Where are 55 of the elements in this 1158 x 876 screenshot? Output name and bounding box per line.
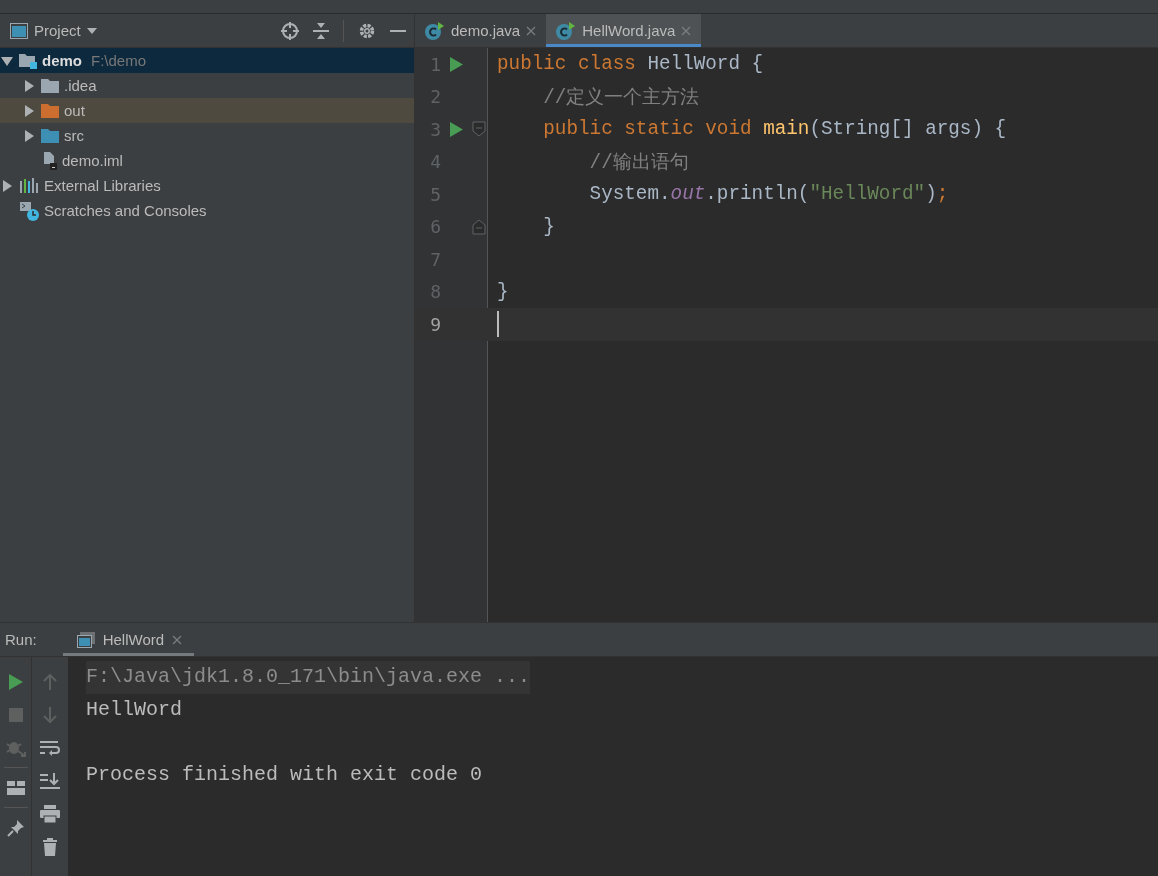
collapse-arrow-icon[interactable] <box>1 54 13 67</box>
folder-icon <box>41 78 59 93</box>
run-icon[interactable] <box>8 673 23 690</box>
soft-wrap-icon[interactable] <box>40 739 60 756</box>
code-line: //输出语句 <box>588 151 689 176</box>
console-output-line: Process finished with exit code 0 <box>86 761 483 788</box>
code-line: } <box>497 280 509 303</box>
dropdown-caret-icon <box>86 27 97 34</box>
tree-item[interactable]: demo F:\demo <box>0 48 414 73</box>
locate-icon[interactable] <box>281 21 299 40</box>
file-icon <box>41 151 57 170</box>
layout-icon[interactable] <box>6 780 25 795</box>
collapse-all-icon[interactable] <box>313 21 329 40</box>
run-label: Run: <box>4 631 38 648</box>
close-icon[interactable] <box>172 634 183 645</box>
tree-item[interactable]: demo.iml <box>0 148 414 173</box>
trash-icon[interactable] <box>43 837 57 856</box>
module-path: F:\demo <box>91 52 147 69</box>
expand-arrow-icon[interactable] <box>23 79 35 92</box>
tree-item[interactable]: out <box>0 98 414 123</box>
scratches-icon <box>19 200 39 221</box>
code-line: } <box>542 215 555 238</box>
scroll-to-end-icon[interactable] <box>40 772 60 789</box>
console-output-line: HellWord <box>86 696 182 723</box>
code-line: System.out.println("HellWord"); <box>588 183 949 206</box>
module-folder-icon <box>19 52 37 69</box>
class-file-icon <box>425 21 445 40</box>
run-icon[interactable] <box>449 121 463 137</box>
print-icon[interactable] <box>40 804 60 823</box>
project-view-dropdown[interactable]: Project <box>8 20 99 41</box>
tree-item[interactable]: External Libraries <box>0 173 414 198</box>
console-window-icon <box>76 631 95 648</box>
pin-icon[interactable] <box>6 818 25 837</box>
tree-item[interactable]: .idea <box>0 73 414 98</box>
folder-icon <box>41 128 59 143</box>
expand-arrow-icon[interactable] <box>1 179 13 192</box>
tree-item[interactable]: Scratches and Consoles <box>0 198 414 223</box>
settings-icon[interactable] <box>358 21 376 40</box>
libraries-icon <box>19 177 39 194</box>
expand-arrow-icon[interactable] <box>23 104 35 117</box>
run-icon[interactable] <box>449 56 463 72</box>
code-line: public class HellWord { <box>497 53 764 76</box>
run-tab[interactable]: HellWord <box>62 623 195 656</box>
editor-tab[interactable]: demo.java <box>415 14 547 47</box>
window-icon <box>10 22 28 39</box>
close-icon[interactable] <box>526 25 537 36</box>
class-file-icon <box>556 21 577 40</box>
expand-arrow-icon[interactable] <box>23 129 35 142</box>
line-number: 9 <box>429 313 441 335</box>
tree-item[interactable]: src <box>0 123 414 148</box>
text-cursor <box>497 311 499 338</box>
editor-tab[interactable]: HellWord.java <box>546 14 702 47</box>
code-line: //定义一个主方法 <box>542 86 700 111</box>
code-line: public static void main(String[] args) { <box>542 118 1007 141</box>
folder-icon <box>41 103 59 118</box>
